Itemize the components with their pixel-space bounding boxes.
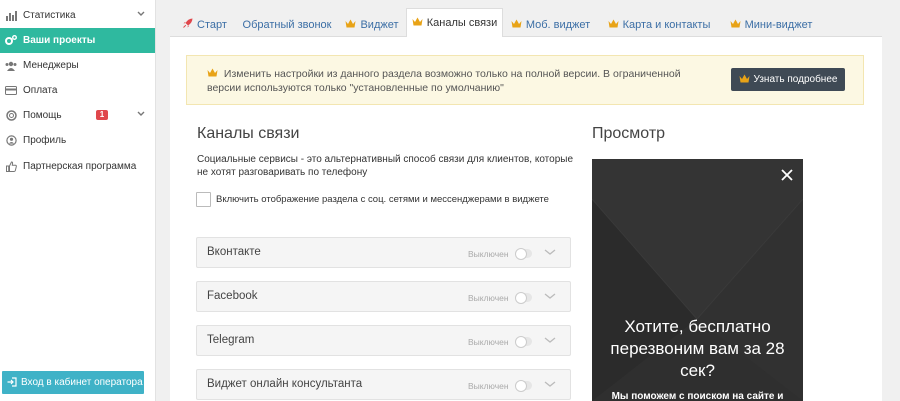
- tab-start[interactable]: Старт: [174, 11, 236, 38]
- lifebuoy-icon: [5, 110, 17, 122]
- close-icon[interactable]: [780, 168, 794, 182]
- limited-version-notice: Изменить настройки из данного раздела во…: [186, 55, 864, 105]
- rocket-icon: [183, 18, 193, 31]
- users-icon: [5, 60, 17, 72]
- channel-state: Выключен: [468, 337, 509, 347]
- credit-card-icon: [5, 85, 17, 97]
- settings-tabs: Старт Обратный звонок Виджет Каналы связ…: [170, 0, 882, 38]
- sidebar: Статистика Ваши проекты Менеджеры Оплата…: [0, 0, 156, 401]
- notification-badge: 1: [96, 110, 108, 120]
- channel-state: Выключен: [468, 381, 509, 391]
- show-social-checkbox[interactable]: [196, 192, 211, 207]
- preview-subtext: Мы поможем с поиском на сайте и: [611, 391, 784, 401]
- tab-label: Каналы связи: [426, 17, 498, 29]
- chevron-down-icon[interactable]: [543, 291, 557, 301]
- bar-chart-icon: [5, 10, 17, 22]
- channel-name: Facebook: [207, 290, 258, 302]
- chevron-down-icon[interactable]: [543, 247, 557, 257]
- sidebar-item-partner-program[interactable]: Партнерская программа: [0, 154, 155, 179]
- sidebar-item-profile[interactable]: Профиль: [0, 128, 155, 153]
- channel-row-telegram[interactable]: Telegram Выключен: [196, 325, 571, 356]
- sidebar-item-help[interactable]: Помощь 1: [0, 103, 155, 128]
- chevron-down-icon[interactable]: [543, 379, 557, 389]
- tab-label: Карта и контакты: [622, 18, 711, 31]
- sidebar-item-label: Статистика: [23, 10, 76, 21]
- operator-login-button[interactable]: Вход в кабинет оператора: [2, 371, 144, 394]
- sidebar-item-managers[interactable]: Менеджеры: [0, 53, 155, 78]
- tab-panel: Изменить настройки из данного раздела во…: [170, 37, 882, 401]
- tab-label: Моб. виджет: [525, 18, 591, 31]
- learn-more-button[interactable]: Узнать подробнее: [731, 68, 845, 91]
- tab-label: Виджет: [360, 18, 399, 31]
- tab-mobile-widget[interactable]: Моб. виджет: [503, 11, 598, 38]
- tab-label: Старт: [197, 18, 227, 31]
- section-title: Каналы связи: [197, 125, 300, 142]
- user-icon: [5, 135, 17, 147]
- sidebar-item-label: Менеджеры: [23, 60, 79, 71]
- channel-row-vkontakte[interactable]: Вконтакте Выключен: [196, 237, 571, 268]
- section-description: Социальные сервисы - это альтернативный …: [197, 154, 574, 178]
- channel-name: Telegram: [207, 334, 255, 346]
- preview-title: Просмотр: [592, 125, 666, 142]
- crown-icon: [739, 74, 750, 86]
- channel-name: Виджет онлайн консультанта: [207, 378, 363, 390]
- sidebar-item-label: Помощь: [23, 110, 62, 121]
- channel-row-online-consultant[interactable]: Виджет онлайн консультанта Выключен: [196, 369, 571, 400]
- tab-label: Обратный звонок: [242, 18, 332, 31]
- channel-toggle[interactable]: [515, 292, 532, 304]
- sidebar-item-label: Оплата: [23, 85, 58, 96]
- tab-label: Мини-виджет: [744, 18, 813, 31]
- sidebar-item-label: Ваши проекты: [23, 35, 96, 46]
- tab-mini-widget[interactable]: Мини-виджет: [720, 11, 822, 38]
- crown-icon: [207, 68, 221, 80]
- main-content: Старт Обратный звонок Виджет Каналы связ…: [170, 0, 882, 401]
- channel-toggle[interactable]: [515, 248, 532, 260]
- sidebar-item-label: Партнерская программа: [23, 161, 137, 172]
- channel-name: Вконтакте: [207, 246, 261, 258]
- preview-headline: Хотите, бесплатно перезвоним вам за 28 с…: [610, 317, 785, 380]
- operator-login-label: Вход в кабинет оператора: [21, 377, 143, 388]
- show-social-label: Включить отображение раздела с соц. сетя…: [216, 194, 549, 205]
- channel-state: Выключен: [468, 249, 509, 259]
- chevron-down-icon: [137, 9, 145, 19]
- crown-icon: [345, 19, 356, 31]
- channel-state: Выключен: [468, 293, 509, 303]
- crown-icon: [412, 17, 423, 29]
- chevron-down-icon: [137, 109, 145, 119]
- tab-widget[interactable]: Виджет: [338, 11, 406, 38]
- cogs-icon: [5, 35, 17, 47]
- notice-message: Изменить настройки из данного раздела во…: [207, 68, 681, 94]
- learn-more-label: Узнать подробнее: [753, 74, 838, 85]
- sidebar-item-projects[interactable]: Ваши проекты: [0, 28, 155, 53]
- widget-preview: Хотите, бесплатно перезвоним вам за 28 с…: [592, 159, 803, 401]
- crown-icon: [608, 19, 619, 31]
- sign-in-icon: [7, 376, 17, 389]
- sidebar-item-label: Профиль: [23, 135, 67, 146]
- sidebar-item-statistics[interactable]: Статистика: [0, 3, 155, 28]
- tab-map-contacts[interactable]: Карта и контакты: [598, 11, 720, 38]
- notice-text: Изменить настройки из данного раздела во…: [207, 67, 717, 95]
- channel-toggle[interactable]: [515, 380, 532, 392]
- crown-icon: [511, 19, 522, 31]
- channel-row-facebook[interactable]: Facebook Выключен: [196, 281, 571, 312]
- tab-communication-channels[interactable]: Каналы связи: [406, 8, 503, 38]
- sidebar-item-payment[interactable]: Оплата: [0, 78, 155, 103]
- channel-toggle[interactable]: [515, 336, 532, 348]
- crown-icon: [730, 19, 741, 31]
- chevron-down-icon[interactable]: [543, 335, 557, 345]
- thumbs-up-icon: [5, 161, 17, 173]
- tab-callback[interactable]: Обратный звонок: [236, 11, 338, 38]
